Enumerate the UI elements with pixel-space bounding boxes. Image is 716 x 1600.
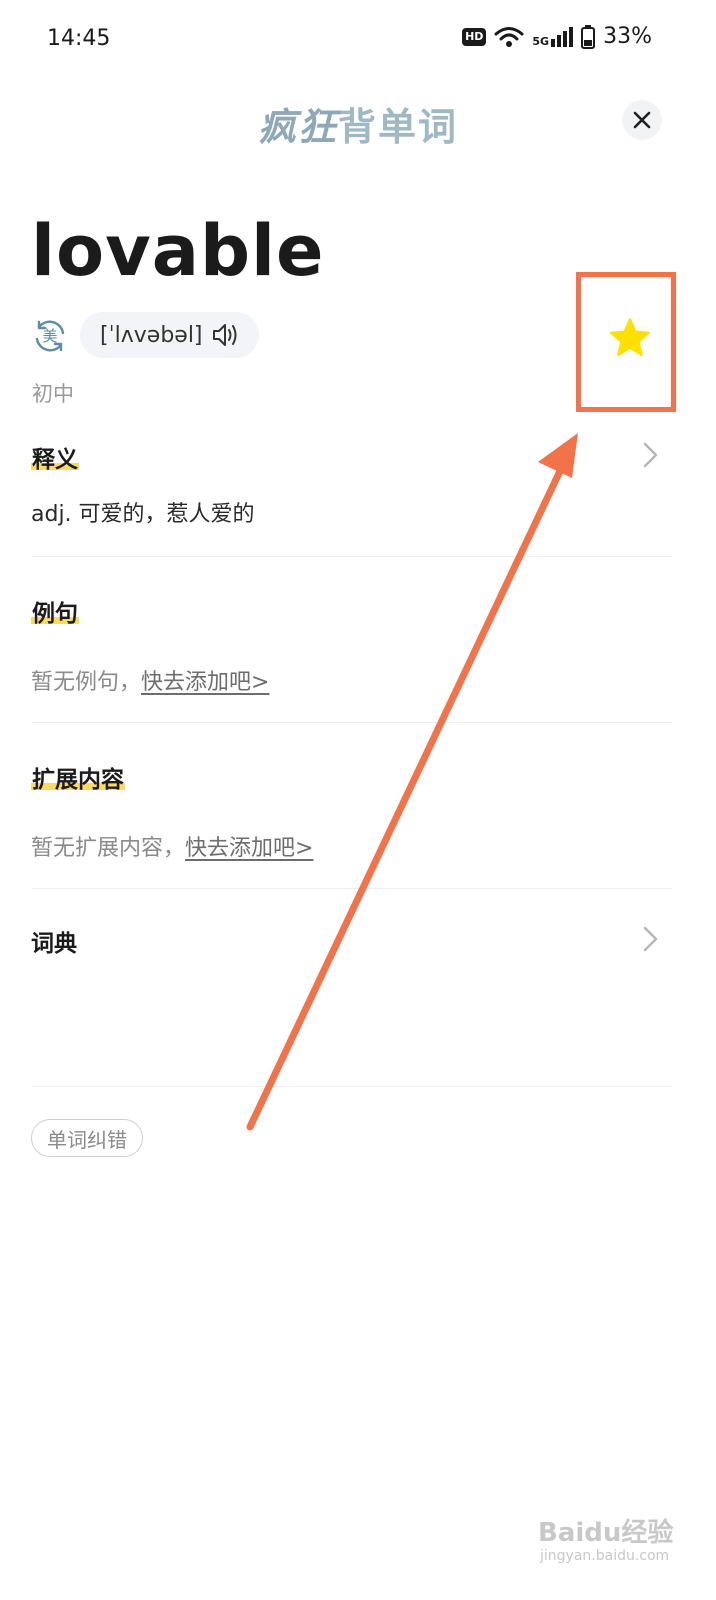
watermark-logo: Baidu经验	[538, 1518, 674, 1548]
watermark-url: jingyan.baidu.com	[540, 1548, 670, 1564]
annotation-arrow	[246, 433, 578, 1131]
